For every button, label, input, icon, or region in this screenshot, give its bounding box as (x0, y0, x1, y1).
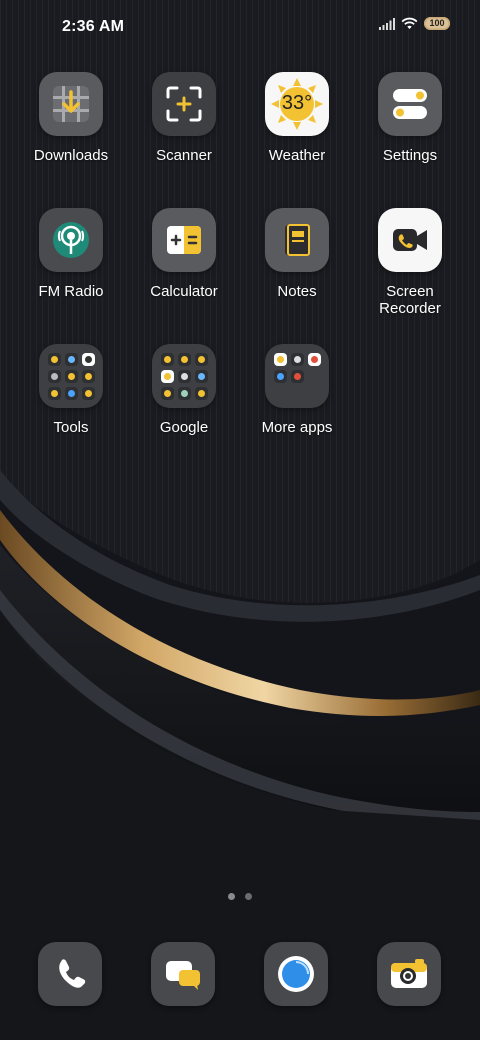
more-apps-folder-icon (265, 344, 329, 408)
home-screen: 2:36 AM 100 Downloads Scanner 33° Weathe… (0, 0, 480, 1040)
app-label: Settings (382, 147, 438, 164)
app-label: Scanner (156, 147, 212, 164)
status-time: 2:36 AM (62, 18, 125, 35)
mini-app-icon (160, 352, 174, 366)
camera-icon (391, 959, 427, 988)
mini-app-icon (194, 369, 208, 383)
downloads-icon (39, 72, 103, 136)
page-dot[interactable] (245, 893, 252, 900)
dock-phone[interactable] (38, 942, 102, 1006)
app-calculator[interactable]: Calculator (129, 208, 239, 300)
notes-icon (265, 208, 329, 272)
calculator-icon (152, 208, 216, 272)
mini-app-icon (291, 387, 304, 400)
mini-app-icon (307, 352, 321, 366)
app-label: Calculator (150, 283, 218, 300)
app-screen-recorder[interactable]: Screen Recorder (355, 208, 465, 317)
mini-app-icon (160, 369, 174, 383)
page-dot[interactable] (228, 893, 235, 900)
mini-app-icon (290, 369, 304, 383)
mini-app-icon (160, 386, 174, 400)
mini-app-icon (177, 352, 191, 366)
mini-app-icon (64, 386, 78, 400)
mini-app-icon (177, 386, 191, 400)
folder-google[interactable]: Google (129, 344, 239, 436)
mini-app-icon (290, 352, 304, 366)
app-weather[interactable]: 33° Weather (242, 72, 352, 164)
dock-camera[interactable] (377, 942, 441, 1006)
mini-app-icon (64, 369, 78, 383)
weather-temperature: 33° (281, 92, 313, 114)
app-fm-radio[interactable]: FM Radio (16, 208, 126, 300)
mini-app-icon (81, 386, 95, 400)
mini-app-icon (177, 369, 191, 383)
app-label: More apps (261, 419, 333, 436)
dock-messages[interactable] (151, 942, 215, 1006)
app-downloads[interactable]: Downloads (16, 72, 126, 164)
page-indicator[interactable] (0, 893, 480, 900)
mini-app-icon (64, 352, 78, 366)
mini-app-icon (81, 369, 95, 383)
signal-icon (379, 17, 395, 30)
fm-radio-icon (39, 208, 103, 272)
mini-app-icon (308, 387, 321, 400)
screen-recorder-icon (378, 208, 442, 272)
app-label: Notes (277, 283, 317, 300)
folder-more-apps[interactable]: More apps (242, 344, 352, 436)
app-label: Weather (268, 147, 326, 164)
app-label: Downloads (33, 147, 109, 164)
mini-app-icon (47, 386, 61, 400)
dock-browser[interactable] (264, 942, 328, 1006)
folder-tools[interactable]: Tools (16, 344, 126, 436)
status-icons: 100 (379, 17, 450, 30)
app-settings[interactable]: Settings (355, 72, 465, 164)
app-label: Tools (53, 419, 89, 436)
app-label: Screen Recorder (379, 283, 441, 317)
mini-app-icon (47, 352, 61, 366)
settings-icon (378, 72, 442, 136)
google-folder-icon (152, 344, 216, 408)
mini-app-icon (47, 369, 61, 383)
browser-icon (278, 956, 314, 992)
mini-app-icon (194, 386, 208, 400)
battery-indicator: 100 (424, 17, 450, 30)
app-scanner[interactable]: Scanner (129, 72, 239, 164)
app-label: Google (159, 419, 209, 436)
mini-app-icon (273, 369, 287, 383)
wifi-icon (401, 17, 418, 29)
app-notes[interactable]: Notes (242, 208, 352, 300)
mini-app-icon (308, 370, 321, 383)
messages-icon (166, 961, 200, 990)
weather-icon: 33° (265, 72, 329, 136)
mini-app-icon (194, 352, 208, 366)
phone-icon (59, 959, 86, 988)
scanner-icon (152, 72, 216, 136)
mini-app-icon (274, 387, 287, 400)
mini-app-icon (81, 352, 95, 366)
app-label: FM Radio (38, 283, 104, 300)
tools-folder-icon (39, 344, 103, 408)
mini-app-icon (273, 352, 287, 366)
status-bar: 2:36 AM 100 (0, 0, 480, 56)
